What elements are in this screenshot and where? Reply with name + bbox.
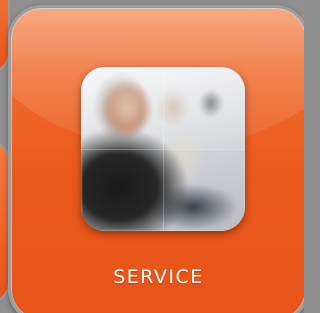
- screen: SERVICE: [0, 0, 304, 313]
- service-tile-button[interactable]: SERVICE: [8, 5, 304, 313]
- photo-glare: [81, 67, 245, 231]
- service-label: SERVICE: [113, 266, 204, 288]
- service-photo: [81, 67, 245, 231]
